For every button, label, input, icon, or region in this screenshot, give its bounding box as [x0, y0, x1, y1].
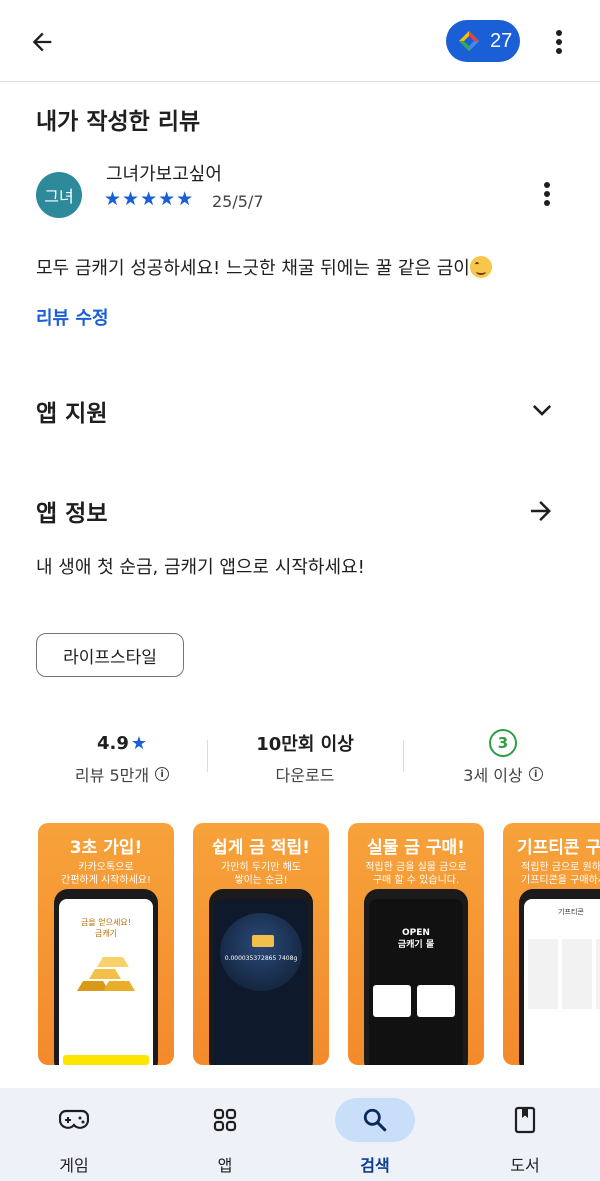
- screen-text: 기프티콘: [558, 908, 584, 916]
- screenshot-3[interactable]: 실물 금 구매! 적립한 금을 실물 금으로 구매 할 수 있습니다. OPEN…: [348, 823, 484, 1065]
- gamepad-icon: [59, 1109, 89, 1129]
- rating-stat[interactable]: 4.9 ★ 리뷰 5만개 i: [40, 730, 204, 786]
- book-icon: [514, 1106, 536, 1134]
- play-points-badge[interactable]: 27: [446, 20, 520, 62]
- app-info-label: 앱 정보: [36, 501, 108, 527]
- more-vert-icon: [544, 182, 550, 206]
- back-button[interactable]: [22, 22, 62, 62]
- screenshot-heading: 쉽게 금 적립!: [212, 838, 310, 858]
- product-card: [417, 985, 455, 1017]
- screenshot-4[interactable]: 기프티콘 구 적립한 금으로 원하 기프티콘을 구매하세 기프티콘: [503, 823, 600, 1065]
- app-support-row[interactable]: 앱 지원: [0, 380, 600, 440]
- top-app-bar: 27: [0, 0, 600, 82]
- search-icon: [363, 1108, 387, 1132]
- nav-search-label: 검색: [360, 1156, 390, 1175]
- screen-text: OPEN 금캐기 몰: [397, 928, 435, 950]
- chevron-down-icon: [532, 405, 552, 416]
- screen-text: 금을 얻으세요! 금캐기: [81, 918, 131, 938]
- screenshot-heading: 실물 금 구매!: [367, 838, 465, 858]
- age-label: 3세 이상: [463, 766, 523, 785]
- downloads-value: 10만회 이상: [256, 734, 354, 755]
- more-vert-icon: [556, 30, 562, 54]
- nav-apps-label: 앱: [217, 1156, 233, 1175]
- review-date: 25/5/7: [212, 192, 264, 211]
- screenshot-subtitle: 가만히 두기만 해도 쌓이는 순금!: [221, 862, 301, 886]
- age-badge-icon: 3: [489, 729, 517, 757]
- more-options-button[interactable]: [544, 22, 574, 62]
- screenshot-1[interactable]: 3초 가입! 카카오톡으로 간편하게 시작하세요! 금을 얻으세요! 금캐기: [38, 823, 174, 1065]
- app-support-label: 앱 지원: [36, 401, 108, 427]
- screenshot-subtitle: 적립한 금을 실물 금으로 구매 할 수 있습니다.: [365, 862, 467, 886]
- review-count: 리뷰 5만개: [74, 766, 150, 785]
- points-count: 27: [490, 29, 513, 52]
- star-icon: ★: [130, 732, 148, 754]
- brand-grid: [528, 939, 600, 1009]
- category-chip[interactable]: 라이프스타일: [36, 633, 184, 677]
- product-card: [373, 985, 411, 1017]
- app-info-row[interactable]: 앱 정보: [0, 482, 600, 542]
- review-more-button[interactable]: [534, 176, 560, 212]
- info-icon: i: [155, 767, 170, 781]
- gold-bars-icon: [77, 957, 135, 991]
- arrow-forward-icon: [531, 501, 551, 521]
- phone-mockup: 0.000035372865 7408g: [209, 889, 313, 1065]
- avatar: 그녀: [36, 172, 82, 218]
- screenshot-subtitle: 적립한 금으로 원하 기프티콘을 구매하세: [521, 862, 600, 886]
- phone-mockup: 기프티콘: [519, 889, 600, 1065]
- info-icon: i: [528, 767, 543, 781]
- my-review-heading: 내가 작성한 리뷰: [36, 109, 201, 135]
- screen-text: 0.000035372865 7408g: [224, 955, 298, 962]
- review-text: 모두 금캐기 성공하세요! 느긋한 채굴 뒤에는 꿀 같은 금이: [36, 254, 492, 280]
- nav-books[interactable]: 도서: [485, 1088, 565, 1181]
- screenshot-subtitle: 카카오톡으로 간편하게 시작하세요!: [61, 862, 151, 886]
- screenshot-heading: 기프티콘 구: [517, 838, 600, 858]
- gold-circle: [220, 913, 302, 991]
- review-body: 모두 금캐기 성공하세요! 느긋한 채굴 뒤에는 꿀 같은 금이: [36, 258, 470, 279]
- screenshot-heading: 3초 가입!: [69, 838, 143, 858]
- age-rating-stat[interactable]: 3 3세 이상 i: [406, 729, 600, 786]
- play-points-icon: [459, 31, 479, 51]
- yum-emoji-icon: [469, 256, 492, 278]
- rating-value: 4.9: [96, 732, 129, 754]
- nav-games-label: 게임: [59, 1156, 89, 1175]
- apps-grid-icon: [213, 1108, 237, 1132]
- stat-divider: [403, 740, 404, 772]
- app-description: 내 생애 첫 순금, 금캐기 앱으로 시작하세요!: [36, 557, 365, 578]
- nav-apps[interactable]: 앱: [185, 1088, 265, 1181]
- nav-search[interactable]: 검색: [335, 1088, 415, 1181]
- nav-books-label: 도서: [510, 1156, 540, 1175]
- stat-divider: [207, 740, 208, 772]
- nav-games[interactable]: 게임: [34, 1088, 114, 1181]
- phone-mockup: 금을 얻으세요! 금캐기: [54, 889, 158, 1065]
- phone-mockup: OPEN 금캐기 몰: [364, 889, 468, 1065]
- screenshot-carousel[interactable]: 3초 가입! 카카오톡으로 간편하게 시작하세요! 금을 얻으세요! 금캐기 쉽…: [38, 823, 600, 1065]
- arrow-back-icon: [32, 32, 52, 52]
- gold-bar-icon: [252, 935, 274, 947]
- reviewer-name: 그녀가보고싶어: [106, 164, 222, 185]
- downloads-stat: 10만회 이상 다운로드: [212, 730, 398, 786]
- downloads-label: 다운로드: [275, 766, 335, 785]
- bottom-navigation: 게임 앱 검색 도서: [0, 1088, 600, 1181]
- kakao-start-bar: [63, 1055, 149, 1065]
- screenshot-2[interactable]: 쉽게 금 적립! 가만히 두기만 해도 쌓이는 순금! 0.0000353728…: [193, 823, 329, 1065]
- edit-review-link[interactable]: 리뷰 수정: [36, 304, 109, 330]
- review-stars: ★★★★★: [104, 188, 195, 210]
